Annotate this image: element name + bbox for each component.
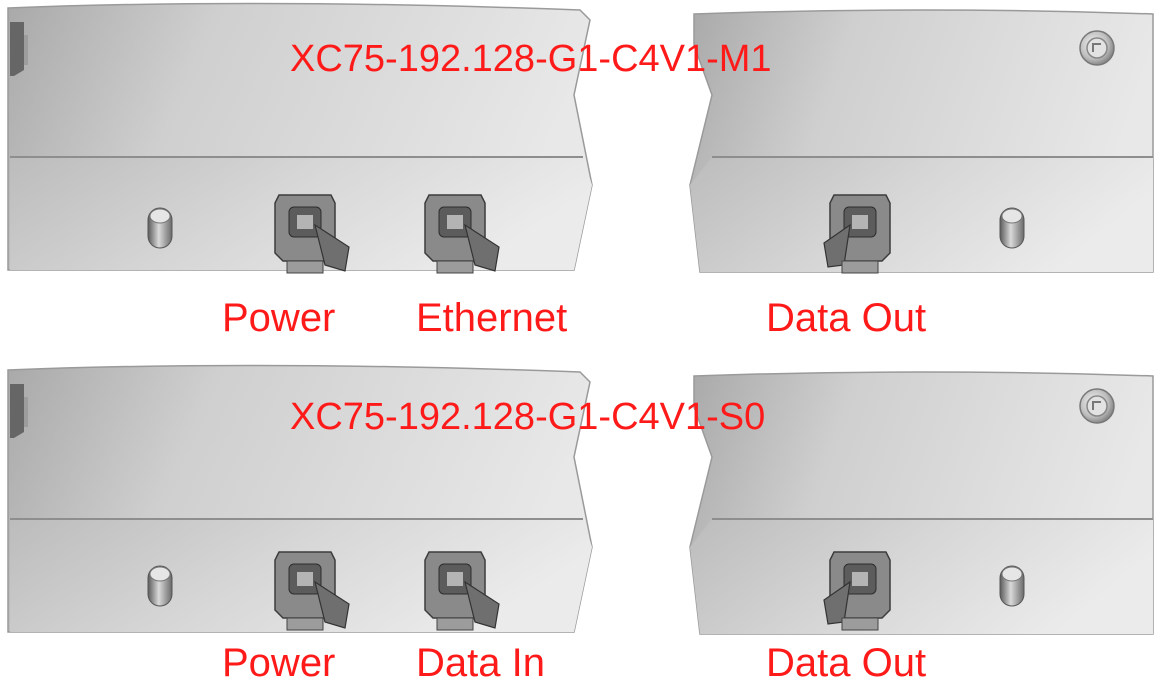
camera-units-diagram bbox=[7, 2, 1154, 635]
port-label-data-in-2: Data In bbox=[416, 641, 545, 685]
model-label-2: XC75-192.128-G1-C4V1-S0 bbox=[290, 396, 766, 438]
standoff-pin-icon bbox=[999, 207, 1025, 249]
port-label-ethernet-1: Ethernet bbox=[416, 296, 568, 340]
port-label-data-out-1: Data Out bbox=[766, 296, 927, 340]
model-label-1: XC75-192.128-G1-C4V1-M1 bbox=[290, 38, 772, 80]
connector-data-out-icon bbox=[823, 551, 891, 631]
port-label-data-out-2: Data Out bbox=[766, 641, 927, 685]
standoff-pin-icon bbox=[999, 565, 1025, 607]
key-lock-icon bbox=[1079, 30, 1115, 66]
key-lock-icon bbox=[1079, 388, 1115, 424]
standoff-pin-icon bbox=[147, 565, 173, 607]
connector-data-out-icon bbox=[823, 194, 891, 274]
port-label-power-2: Power bbox=[222, 641, 336, 685]
port-label-power-1: Power bbox=[222, 296, 336, 340]
standoff-pin-icon bbox=[147, 207, 173, 249]
